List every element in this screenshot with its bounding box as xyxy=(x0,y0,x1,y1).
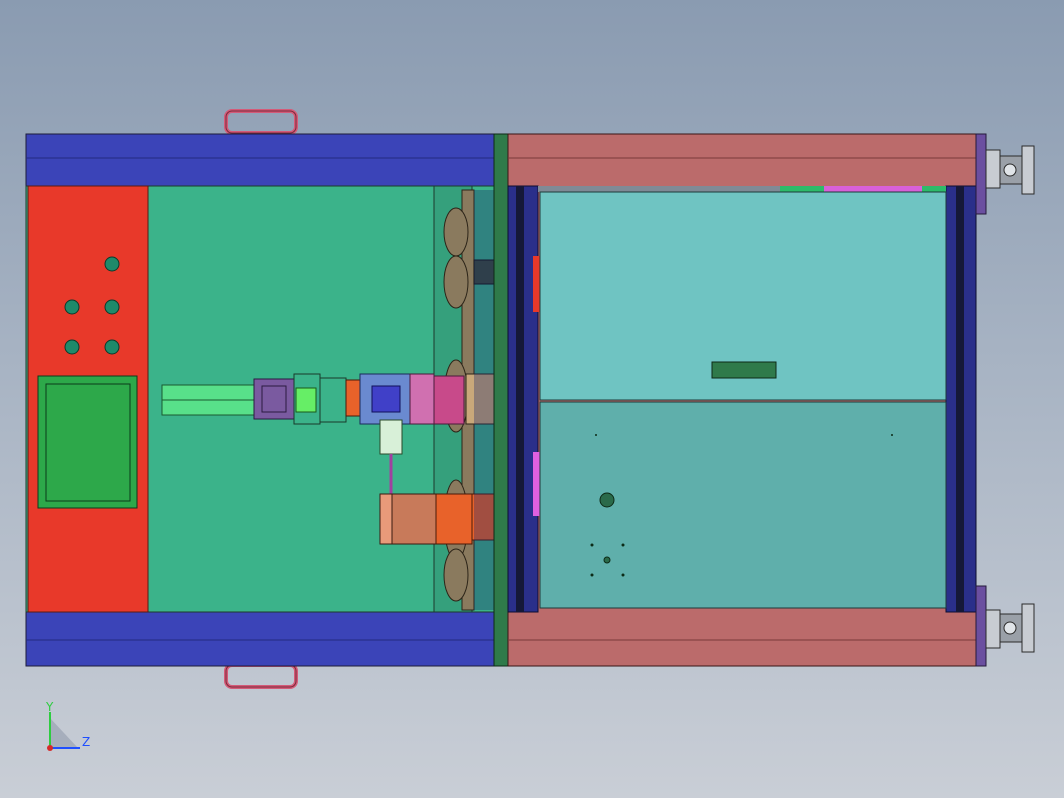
bottom-handle xyxy=(224,663,298,689)
tray-top xyxy=(539,191,947,401)
tray-bottom xyxy=(539,401,947,609)
caster-top xyxy=(985,145,1035,195)
panel-button-5[interactable] xyxy=(104,339,120,355)
panel-button-4[interactable] xyxy=(64,339,80,355)
y-axis-label: Y xyxy=(45,700,54,714)
panel-button-3[interactable] xyxy=(104,299,120,315)
right-mounts xyxy=(975,133,987,667)
label-plate xyxy=(711,361,777,379)
top-handle xyxy=(224,109,298,135)
panel-screen xyxy=(37,375,138,509)
axis-triad: Y Z xyxy=(45,700,90,751)
caster-bottom xyxy=(985,603,1035,653)
panel-button-2[interactable] xyxy=(64,299,80,315)
z-axis-label: Z xyxy=(82,735,90,749)
control-panel xyxy=(27,185,149,613)
module-divider xyxy=(493,133,509,667)
panel-button-1[interactable] xyxy=(104,256,120,272)
cad-viewport[interactable]: Y Z xyxy=(0,0,1064,798)
